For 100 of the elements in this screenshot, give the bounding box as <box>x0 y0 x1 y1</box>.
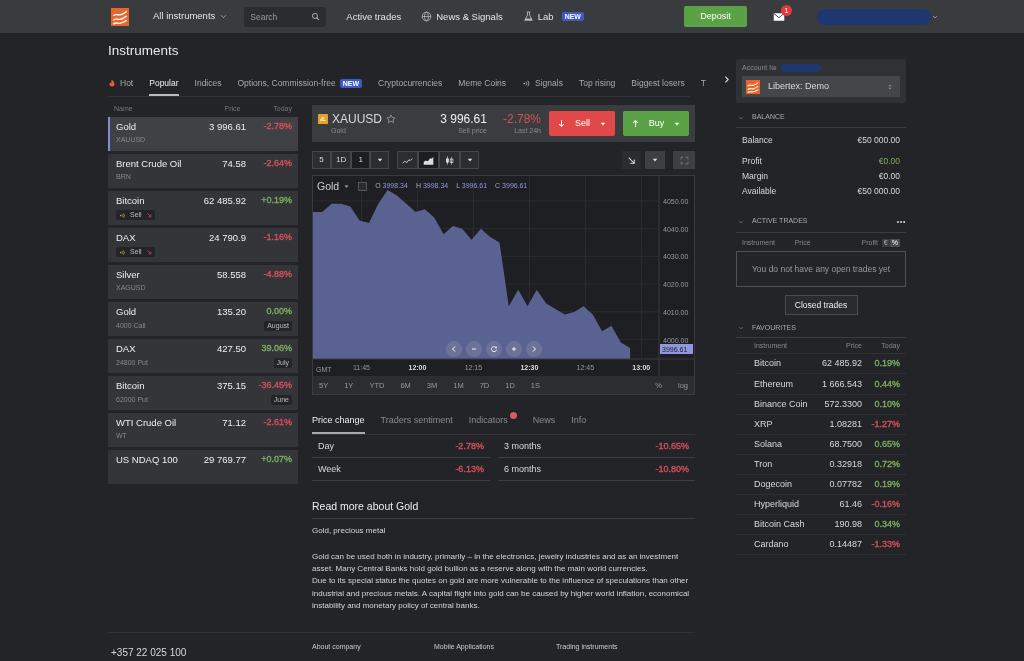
interval-button[interactable]: 5 <box>312 151 331 170</box>
subtitle: Gold, precious metal <box>312 524 387 537</box>
chevron-left-icon <box>450 345 458 354</box>
price: 24 790.9 <box>209 231 246 243</box>
price: 3 996.61 <box>209 120 246 132</box>
favourite-row[interactable]: XRP 1.08281 -1.27% <box>736 414 906 435</box>
price: 427.50 <box>216 342 246 354</box>
change-percent: 39.06% <box>260 342 292 354</box>
description-text: Due to its special status the quotes on gold are more vulnerable to the influence of speculations than other industrial and precious metals. A capital flight into gold can be caused by higher world inflation, economical instability and monetary policy of central banks. <box>312 575 691 612</box>
phone-number: +357 22 025 100 <box>110 647 188 659</box>
price: 74.58 <box>222 157 246 169</box>
signal-icon <box>522 78 532 88</box>
category-tab[interactable]: Signals <box>522 78 563 97</box>
price: 190.98 <box>833 519 862 530</box>
series-dropdown[interactable]: Gold <box>317 180 351 193</box>
change-percent: -2.78% <box>502 112 541 127</box>
instrument-name: Solana <box>754 438 784 450</box>
interval-dropdown[interactable] <box>370 151 390 170</box>
detail-tab[interactable]: News <box>532 415 556 434</box>
chevron-down-icon[interactable] <box>738 114 744 121</box>
instrument-name: US NDAQ 100 <box>116 453 179 465</box>
favourite-row[interactable]: Solana 68.7500 0.65% <box>736 434 906 455</box>
change-percent: -0.16% <box>870 499 900 510</box>
detail-tab[interactable]: Indicators <box>468 415 508 434</box>
category-tab[interactable]: Indices <box>194 78 222 97</box>
chevron-down-icon[interactable] <box>738 218 744 225</box>
change-percent: -2.64% <box>262 157 292 169</box>
instrument-name: WTI Crude Oil <box>116 416 178 428</box>
arrow-down-right-icon <box>145 212 152 219</box>
search-icon <box>311 12 321 21</box>
menu-dropdown[interactable]: All instruments <box>153 9 229 24</box>
balance-label: Available <box>742 186 777 197</box>
category-tab[interactable]: Hot <box>108 78 134 97</box>
balance-label: Balance <box>742 134 773 145</box>
instrument-name: Hyperliquid <box>754 499 801 510</box>
closed-trades-button[interactable]: Closed trades <box>784 294 858 315</box>
instrument-name: Gold <box>116 120 138 132</box>
category-tab[interactable]: Biggest losers <box>631 78 685 97</box>
price: 61.46 <box>838 499 862 510</box>
nav-link[interactable]: Active trades <box>342 10 402 23</box>
nav-link[interactable]: News & Signals <box>417 10 503 23</box>
category-tab[interactable]: Meme Coins <box>458 78 507 97</box>
star-icon[interactable] <box>386 114 396 125</box>
instrument-row[interactable]: US NDAQ 100 29 769.77 +0.07% <box>108 449 298 484</box>
interval-button[interactable]: 1D <box>331 151 352 170</box>
balance-value: €0.00 <box>878 155 900 167</box>
sell-button[interactable]: Sell <box>549 111 615 137</box>
category-tab[interactable]: Cryptocurrencies <box>378 78 443 97</box>
instrument-name: DAX <box>116 231 137 243</box>
change-percent: 0.72% <box>873 458 900 470</box>
category-tab[interactable]: Top rising <box>578 78 616 97</box>
category-tab[interactable]: Popular <box>149 78 179 97</box>
instrument-name: Bitcoin <box>116 194 146 206</box>
instrument-name: DAX <box>116 342 137 354</box>
change-percent: -36.45% <box>257 379 292 391</box>
account-select[interactable]: Libertex: Demo <box>742 76 900 98</box>
change-percent: 0.00% <box>265 305 292 317</box>
visibility-checkbox[interactable] <box>358 182 368 191</box>
detail-tab[interactable]: Info <box>571 415 587 434</box>
favourite-row[interactable]: Dogecoin 0.07782 0.19% <box>736 474 906 495</box>
period-label: 3 months <box>503 440 541 452</box>
chart-type-button[interactable] <box>439 151 461 170</box>
instrument-icon <box>318 114 328 125</box>
favourite-row[interactable]: Hyperliquid 61.46 -0.16% <box>736 494 906 516</box>
favourite-row[interactable]: Cardano 0.14487 -1.33% <box>736 535 906 556</box>
price: 0.14487 <box>828 539 862 551</box>
favourite-row[interactable]: Bitcoin 62 485.92 0.19% <box>736 354 906 375</box>
fullscreen-icon <box>679 155 689 165</box>
favourite-row[interactable]: Tron 0.32918 0.72% <box>736 454 906 475</box>
change-percent: 0.19% <box>873 358 900 370</box>
favourite-row[interactable]: Bitcoin Cash 190.98 0.34% <box>736 515 906 536</box>
chart-type-button[interactable] <box>418 151 440 170</box>
flask-icon <box>522 11 534 22</box>
balance-label: Margin <box>742 171 768 182</box>
refresh-icon <box>490 345 498 354</box>
price: 62 485.92 <box>203 194 246 206</box>
search-field[interactable]: Search <box>244 6 327 27</box>
logo-icon[interactable] <box>111 7 129 26</box>
change-value: -2.78% <box>455 440 484 452</box>
fullscreen-button[interactable] <box>673 151 695 170</box>
price: 572.3300 <box>823 398 862 410</box>
chevron-down-icon <box>219 12 229 21</box>
favourite-row[interactable]: Binance Coin 572.3300 0.10% <box>736 394 906 415</box>
detail-tab[interactable]: Traders sentiment <box>380 415 453 434</box>
favourite-row[interactable]: Ethereum 1 666.543 0.44% <box>736 374 906 395</box>
detail-tab[interactable]: Price change <box>312 415 365 434</box>
empty-trades-message: You do not have any open trades yet <box>736 250 906 287</box>
instrument-name: Bitcoin <box>116 379 146 391</box>
category-tab[interactable]: T <box>700 78 706 97</box>
change-value: -10.65% <box>655 440 689 452</box>
price: 0.32918 <box>828 458 862 470</box>
drawing-tool-button[interactable] <box>622 151 641 170</box>
balance-value: €0.00 <box>878 171 900 182</box>
balance-label: Profit <box>742 155 762 167</box>
instrument-name: Cardano <box>754 539 790 551</box>
price: 375.15 <box>216 379 246 391</box>
interval-button[interactable]: 1 <box>351 151 371 170</box>
fire-icon <box>108 79 116 88</box>
chevron-down-icon[interactable] <box>738 325 744 332</box>
price: 62 485.92 <box>820 358 862 370</box>
